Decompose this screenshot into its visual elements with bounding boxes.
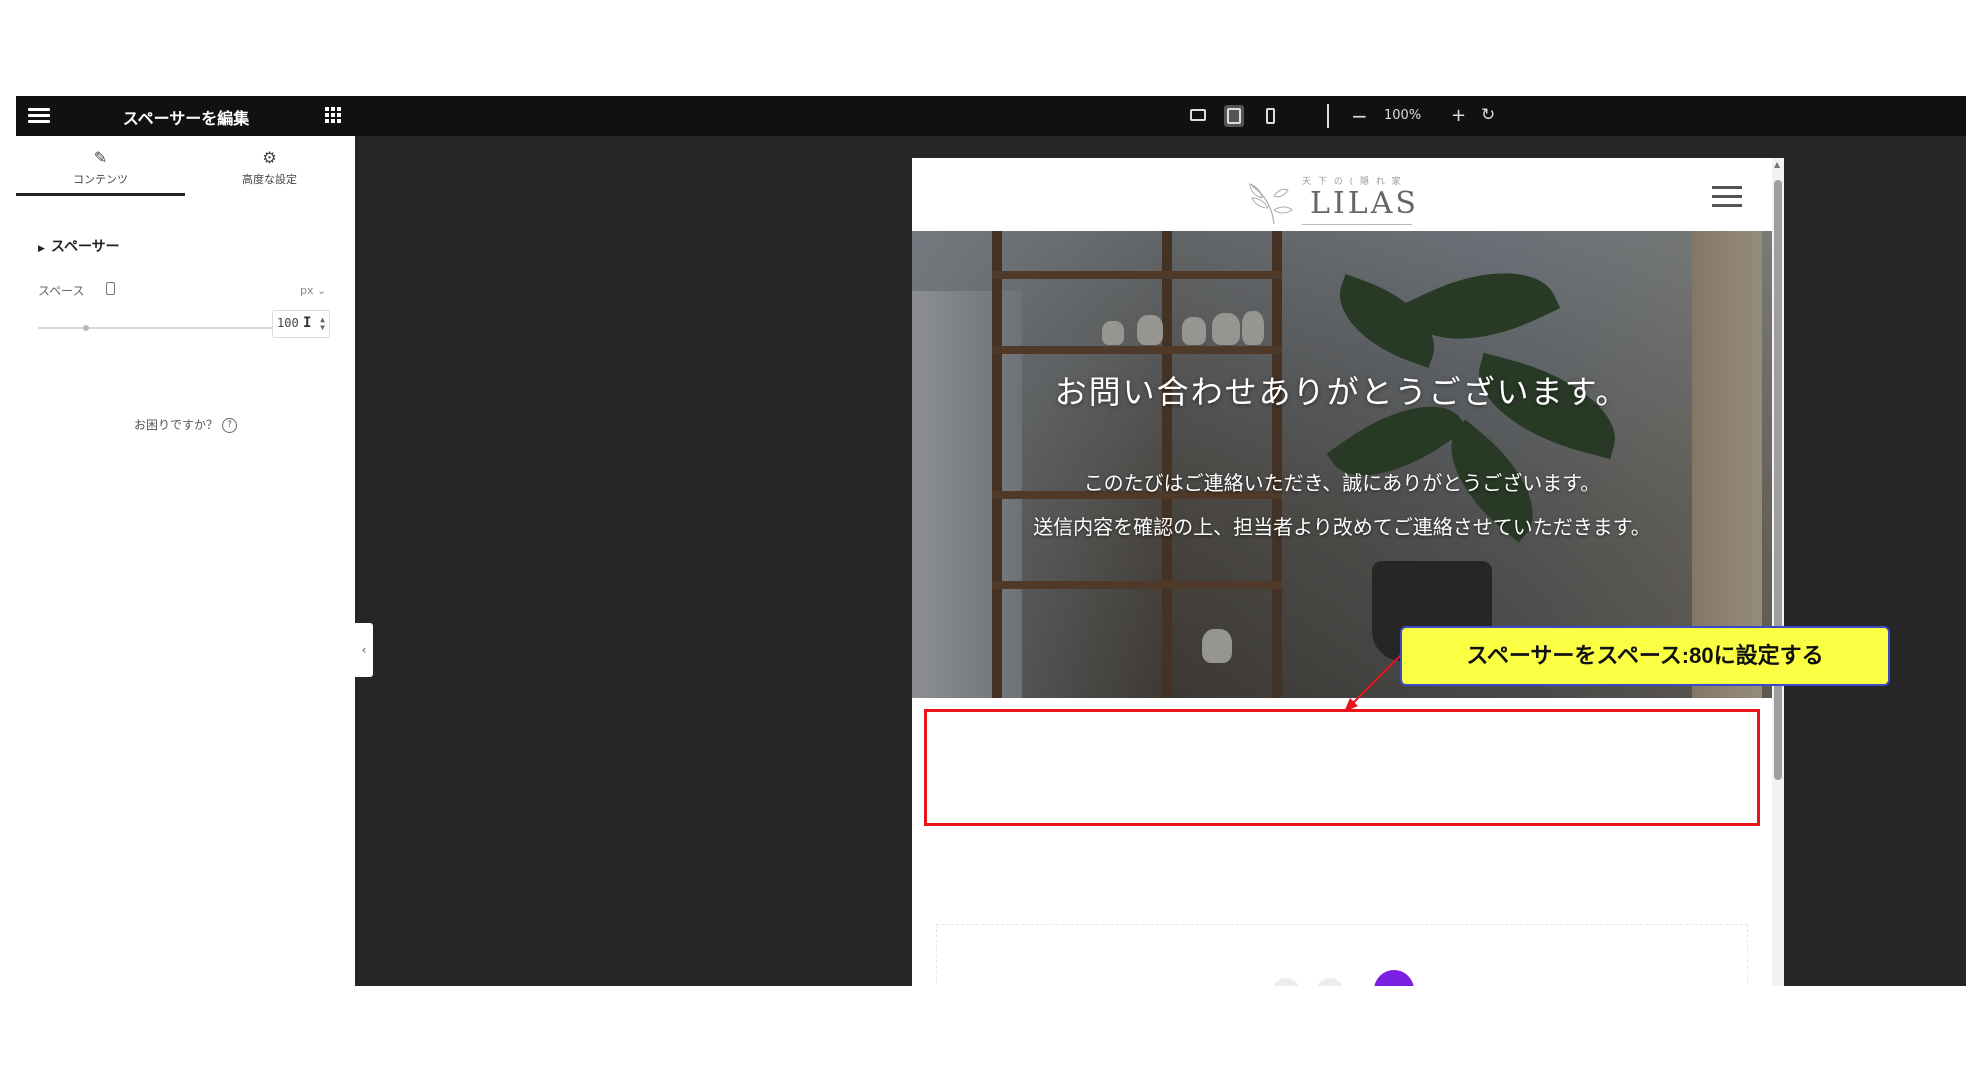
unit-select[interactable]: px ⌄	[300, 284, 326, 297]
site-header: 天 下 の ( 隠 れ 家 LILAS	[912, 158, 1772, 231]
space-control-label: スペース	[38, 284, 85, 298]
zoom-level: 100%	[1384, 108, 1422, 123]
zoom-reset-button[interactable]: ↻	[1481, 105, 1495, 125]
logo-name: LILAS	[1310, 186, 1419, 221]
panel-header: スペーサーを編集	[16, 96, 355, 136]
device-desktop-button[interactable]	[1188, 105, 1208, 127]
scroll-up-icon[interactable]: ▲	[1774, 160, 1780, 169]
site-menu-icon[interactable]	[1712, 186, 1742, 212]
leaf-logo-icon	[1249, 183, 1293, 225]
panel-title: スペーサーを編集	[122, 109, 250, 128]
mobile-icon	[1266, 108, 1275, 124]
tab-content[interactable]: ✎ コンテンツ	[16, 136, 185, 196]
space-number-input[interactable]: 100 I ▲ ▼	[272, 310, 330, 338]
site-logo[interactable]: 天 下 の ( 隠 れ 家 LILAS	[1244, 172, 1424, 225]
widgets-grid-icon[interactable]	[325, 107, 341, 123]
hero-message-line-2: 送信内容を確認の上、担当者より改めてご連絡させていただきます。	[1033, 515, 1651, 539]
slider-track	[38, 327, 273, 329]
section-spacer-label: スペーサー	[50, 239, 120, 255]
page-preview: 天 下 の ( 隠 れ 家 LILAS お問い合わせありがとうございます。 この…	[912, 158, 1784, 986]
zoom-out-button[interactable]: −	[1351, 104, 1368, 128]
annotation-callout: スペーサーをスペース:80に設定する	[1400, 626, 1890, 686]
section-spacer-toggle[interactable]: ▶ スペーサー	[38, 236, 120, 256]
tablet-icon	[1227, 108, 1241, 124]
pencil-icon: ✎	[93, 148, 108, 167]
collapse-panel-button[interactable]: ‹	[355, 623, 373, 677]
space-slider[interactable]	[38, 321, 273, 335]
caret-right-icon: ▶	[38, 244, 45, 254]
space-number-value: 100	[277, 316, 299, 330]
help-text: お困りですか？	[133, 418, 218, 432]
hero-message-line-1: このたびはご連絡いただき、誠にありがとうございます。	[1083, 471, 1601, 495]
editor-panel: スペーサーを編集 ✎ コンテンツ ⚙ 高度な設定 ▶ スペーサー スペース px …	[16, 96, 355, 986]
hamburger-menu-icon[interactable]	[28, 105, 50, 127]
spacer-highlight-box[interactable]	[924, 709, 1760, 826]
panel-tabs: ✎ コンテンツ ⚙ 高度な設定	[16, 136, 355, 196]
question-circle-icon: ?	[222, 418, 237, 433]
desktop-icon	[1190, 109, 1206, 121]
tab-advanced-label: 高度な設定	[242, 173, 297, 186]
gear-icon: ⚙	[262, 148, 277, 167]
slider-handle[interactable]	[83, 325, 89, 331]
preview-scrollbar-thumb[interactable]	[1774, 180, 1782, 780]
device-mobile-button[interactable]	[1260, 105, 1280, 127]
toolbar-divider	[1327, 104, 1329, 128]
hero-title: お問い合わせありがとうございます。	[1054, 373, 1630, 411]
logo-underline	[1302, 224, 1412, 225]
tab-content-label: コンテンツ	[73, 173, 128, 186]
tab-advanced[interactable]: ⚙ 高度な設定	[185, 136, 354, 196]
zoom-in-button[interactable]: +	[1451, 105, 1466, 126]
empty-section-placeholder[interactable]	[936, 924, 1748, 986]
responsive-tablet-icon[interactable]	[106, 282, 115, 295]
top-toolbar: − 100% + ↻	[355, 96, 1966, 136]
text-cursor-icon: I	[303, 315, 312, 331]
help-link[interactable]: お困りですか？?	[16, 416, 355, 433]
spinner-arrows-icon[interactable]: ▲ ▼	[320, 316, 325, 332]
editor-app: スペーサーを編集 ✎ コンテンツ ⚙ 高度な設定 ▶ スペーサー スペース px …	[16, 96, 1966, 986]
device-tablet-button[interactable]	[1224, 105, 1244, 127]
